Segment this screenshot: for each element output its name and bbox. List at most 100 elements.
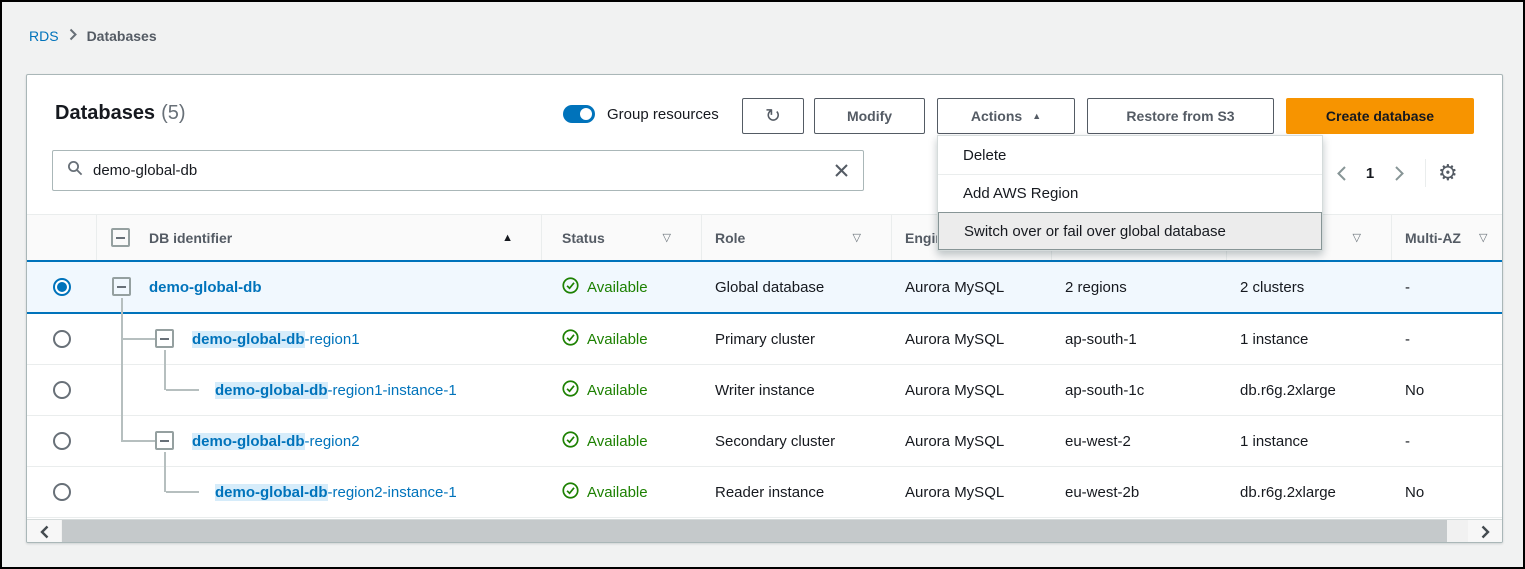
sort-icon: ▽ xyxy=(1353,231,1361,244)
status-available-icon xyxy=(562,329,579,350)
sort-icon: ▽ xyxy=(663,231,671,244)
table-row[interactable]: demo-global-db-region1 Available Primary… xyxy=(27,314,1503,365)
status-available-icon xyxy=(562,277,579,298)
status-text: Available xyxy=(587,433,648,450)
status-text: Available xyxy=(587,331,648,348)
page-background: RDS Databases Databases (5) Group resourc… xyxy=(0,0,1525,569)
db-identifier-link[interactable]: demo-global-db xyxy=(149,279,262,296)
db-identifier-link[interactable]: demo-global-db-region1 xyxy=(192,331,360,348)
pagination-divider xyxy=(1425,159,1426,187)
next-page-button[interactable] xyxy=(1385,159,1413,187)
engine-cell: Aurora MySQL xyxy=(892,314,1052,364)
actions-button-label: Actions xyxy=(971,108,1022,124)
size-cell: 1 instance xyxy=(1227,416,1392,466)
status-text: Available xyxy=(587,279,648,296)
role-cell: Reader instance xyxy=(702,467,892,517)
group-resources-toggle-group: Group resources xyxy=(563,105,719,123)
actions-button[interactable]: Actions ▲ xyxy=(937,98,1075,134)
refresh-button[interactable]: ↻ xyxy=(742,98,804,134)
multi-az-cell: No xyxy=(1392,365,1503,415)
role-cell: Writer instance xyxy=(702,365,892,415)
collapse-row-icon[interactable] xyxy=(155,431,174,450)
select-column-header xyxy=(27,215,97,260)
column-header-db-identifier[interactable]: DB identifier ▲ xyxy=(97,215,542,260)
pagination: 1 ⚙ xyxy=(1327,159,1458,187)
modify-button[interactable]: Modify xyxy=(814,98,925,134)
collapse-row-icon[interactable] xyxy=(112,277,131,296)
restore-from-s3-button[interactable]: Restore from S3 xyxy=(1087,98,1274,134)
menu-item-add-aws-region[interactable]: Add AWS Region xyxy=(938,174,1322,212)
actions-menu: Delete Add AWS Region Switch over or fai… xyxy=(937,135,1323,251)
table-row[interactable]: demo-global-db-region2 Available Seconda… xyxy=(27,416,1503,467)
table-body: demo-global-db Available Global database… xyxy=(27,260,1503,518)
status-available-icon xyxy=(562,380,579,401)
caret-up-icon: ▲ xyxy=(1032,111,1041,121)
settings-gear-icon[interactable]: ⚙ xyxy=(1438,162,1458,184)
column-header-role[interactable]: Role ▽ xyxy=(702,215,892,260)
size-cell: 1 instance xyxy=(1227,314,1392,364)
status-text: Available xyxy=(587,484,648,501)
role-cell: Global database xyxy=(702,262,892,312)
page-title-count: (5) xyxy=(161,102,185,124)
group-resources-toggle[interactable] xyxy=(563,105,595,123)
page-title: Databases (5) xyxy=(55,102,186,125)
horizontal-scrollbar xyxy=(27,519,1502,543)
column-header-status[interactable]: Status ▽ xyxy=(542,215,702,260)
refresh-icon: ↻ xyxy=(765,105,781,128)
column-header-multi-az[interactable]: Multi-AZ ▽ xyxy=(1392,215,1503,260)
multi-az-cell: No xyxy=(1392,467,1503,517)
breadcrumb: RDS Databases xyxy=(29,28,157,44)
chevron-right-icon xyxy=(69,28,77,44)
engine-cell: Aurora MySQL xyxy=(892,416,1052,466)
clear-search-icon[interactable] xyxy=(834,163,849,178)
row-radio[interactable] xyxy=(53,483,71,501)
menu-item-delete[interactable]: Delete xyxy=(938,136,1322,174)
table-row[interactable]: demo-global-db-region2-instance-1 Availa… xyxy=(27,467,1503,518)
page-title-text: Databases xyxy=(55,102,155,124)
region-az-cell: ap-south-1 xyxy=(1052,314,1227,364)
search-input[interactable] xyxy=(93,162,824,179)
menu-item-switch-over[interactable]: Switch over or fail over global database xyxy=(938,212,1322,250)
search-box xyxy=(52,150,864,191)
multi-az-cell: - xyxy=(1392,262,1503,312)
role-cell: Secondary cluster xyxy=(702,416,892,466)
sort-icon: ▽ xyxy=(1479,231,1487,244)
page-number[interactable]: 1 xyxy=(1355,165,1385,182)
row-radio[interactable] xyxy=(53,330,71,348)
databases-panel: Databases (5) Group resources ↻ Modify Ac… xyxy=(26,74,1503,543)
breadcrumb-rds-link[interactable]: RDS xyxy=(29,28,59,44)
region-az-cell: eu-west-2 xyxy=(1052,416,1227,466)
previous-page-button[interactable] xyxy=(1327,159,1355,187)
engine-cell: Aurora MySQL xyxy=(892,467,1052,517)
group-resources-label: Group resources xyxy=(607,106,719,123)
row-radio[interactable] xyxy=(53,381,71,399)
db-identifier-link[interactable]: demo-global-db-region2 xyxy=(192,433,360,450)
scroll-right-button[interactable] xyxy=(1468,520,1502,543)
sort-asc-icon: ▲ xyxy=(502,232,513,244)
table-row[interactable]: demo-global-db-region1-instance-1 Availa… xyxy=(27,365,1503,416)
row-radio-selected[interactable] xyxy=(53,278,71,296)
status-text: Available xyxy=(587,382,648,399)
create-database-button[interactable]: Create database xyxy=(1286,98,1474,134)
sort-icon: ▽ xyxy=(853,231,861,244)
db-identifier-link[interactable]: demo-global-db-region1-instance-1 xyxy=(215,382,457,399)
scrollbar-thumb[interactable] xyxy=(62,520,1447,543)
multi-az-cell: - xyxy=(1392,314,1503,364)
size-cell: db.r6g.2xlarge xyxy=(1227,365,1392,415)
size-cell: 2 clusters xyxy=(1227,262,1392,312)
db-identifier-link[interactable]: demo-global-db-region2-instance-1 xyxy=(215,484,457,501)
table-row[interactable]: demo-global-db Available Global database… xyxy=(27,260,1503,314)
scroll-left-button[interactable] xyxy=(27,520,61,543)
role-cell: Primary cluster xyxy=(702,314,892,364)
region-az-cell: ap-south-1c xyxy=(1052,365,1227,415)
status-available-icon xyxy=(562,431,579,452)
status-available-icon xyxy=(562,482,579,503)
breadcrumb-current: Databases xyxy=(87,28,157,44)
size-cell: db.r6g.2xlarge xyxy=(1227,467,1392,517)
search-icon xyxy=(67,160,83,181)
collapse-all-checkbox[interactable] xyxy=(111,228,130,247)
collapse-row-icon[interactable] xyxy=(155,329,174,348)
region-az-cell: eu-west-2b xyxy=(1052,467,1227,517)
region-az-cell: 2 regions xyxy=(1052,262,1227,312)
row-radio[interactable] xyxy=(53,432,71,450)
